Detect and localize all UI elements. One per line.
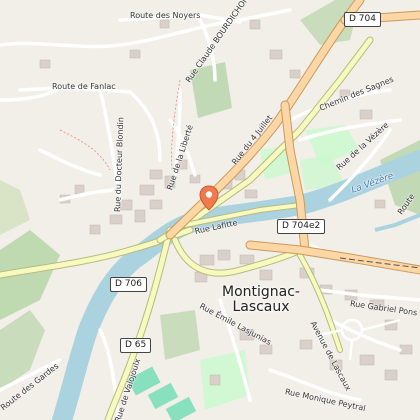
road-shield-d706: D 706: [110, 277, 147, 292]
location-pin-icon[interactable]: [199, 185, 219, 211]
road-shield-d65: D 65: [120, 338, 152, 353]
road-shield-d704e2: D 704e2: [277, 219, 326, 234]
map-view[interactable]: D 704 D 704e2 D 706 D 65 Montignac- Lasc…: [0, 0, 420, 420]
street-label-route-de-fanlac: Route de Fanlac: [52, 82, 116, 91]
town-name-line2: Lascaux: [232, 299, 290, 315]
town-label: Montignac- Lascaux: [222, 285, 300, 315]
road-shield-d704: D 704: [344, 12, 381, 27]
forest-area-northwest: [0, 180, 30, 235]
town-name-line1: Montignac-: [222, 284, 300, 300]
park-area-southwest: [160, 310, 200, 360]
street-label-route-des-noyers: Route des Noyers: [130, 11, 201, 20]
park-area-south: [200, 350, 250, 410]
